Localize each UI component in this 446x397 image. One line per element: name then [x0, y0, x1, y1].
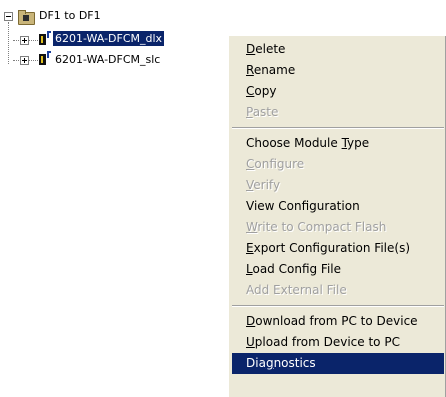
menu-item-add-external-file: Add External File [232, 280, 444, 301]
menu-item-download-from-pc-to-device[interactable]: Download from PC to Device [232, 311, 444, 332]
module-icon [39, 51, 51, 65]
menu-item-text: ype [347, 136, 370, 150]
menu-item-text: ename [253, 63, 296, 77]
tree-connector-line [28, 60, 38, 61]
menu-item-configure: Configure [232, 154, 444, 175]
menu-item-text: P [246, 105, 253, 119]
menu-item-text: View Configuration [246, 199, 360, 213]
menu-item-text: Choose Module [246, 136, 342, 150]
context-menu: Delete Rename Copy Paste Choose Module Type C… [228, 35, 446, 397]
menu-item-text: onfigure [254, 157, 305, 171]
menu-item-load-config-file[interactable]: Load Config File [232, 259, 444, 280]
tree-connector-line [28, 40, 38, 41]
menu-item-text: Dia [246, 356, 266, 370]
menu-item-text: g [265, 356, 274, 370]
menu-separator [232, 305, 444, 307]
menu-item-verify: Verify [232, 175, 444, 196]
menu-item-text: erify [253, 178, 281, 192]
menu-item-text: W [246, 220, 258, 234]
menu-item-text: elete [255, 42, 286, 56]
menu-item-text: D [246, 42, 256, 56]
menu-item-delete[interactable]: Delete [232, 39, 444, 60]
menu-item-export-configuration-file-s[interactable]: Export Configuration File(s) [232, 238, 444, 259]
menu-item-text: Add External File [246, 283, 347, 297]
menu-item-text: opy [254, 84, 277, 98]
menu-item-paste: Paste [232, 102, 444, 123]
expand-icon[interactable] [20, 36, 29, 45]
menu-item-diagnostics[interactable]: Diagnostics [232, 353, 444, 374]
menu-item-text: nostics [273, 356, 316, 370]
menu-item-copy[interactable]: Copy [232, 81, 444, 102]
menu-item-text: rite to Compact Flash [257, 220, 387, 234]
menu-item-write-to-compact-flash: Write to Compact Flash [232, 217, 444, 238]
project-folder-icon [18, 10, 35, 25]
menu-item-rename[interactable]: Rename [232, 60, 444, 81]
menu-item-text: ownload from PC to Device [255, 314, 418, 328]
expand-icon[interactable] [20, 56, 29, 65]
tree-node-module-slc[interactable]: 6201-WA-DFCM_slc [53, 52, 162, 67]
menu-item-text: R [246, 63, 254, 77]
module-icon [39, 31, 51, 45]
menu-item-text: D [246, 314, 256, 328]
menu-item-text: aste [252, 105, 279, 119]
tree-root-label[interactable]: DF1 to DF1 [37, 8, 103, 23]
tree-node-module-dlx[interactable]: 6201-WA-DFCM_dlx [53, 31, 165, 46]
menu-separator [232, 127, 444, 129]
menu-item-text: xport Configuration File(s) [253, 241, 410, 255]
tree-connector-line [8, 22, 9, 64]
menu-item-text: oad Config File [252, 262, 342, 276]
collapse-icon[interactable] [4, 12, 13, 21]
menu-item-text: U [246, 335, 255, 349]
menu-item-view-configuration[interactable]: View Configuration [232, 196, 444, 217]
menu-item-text: pload from Device to PC [254, 335, 400, 349]
menu-item-upload-from-device-to-pc[interactable]: Upload from Device to PC [232, 332, 444, 353]
menu-item-text: E [246, 241, 254, 255]
menu-item-choose-module-type[interactable]: Choose Module Type [232, 133, 444, 154]
